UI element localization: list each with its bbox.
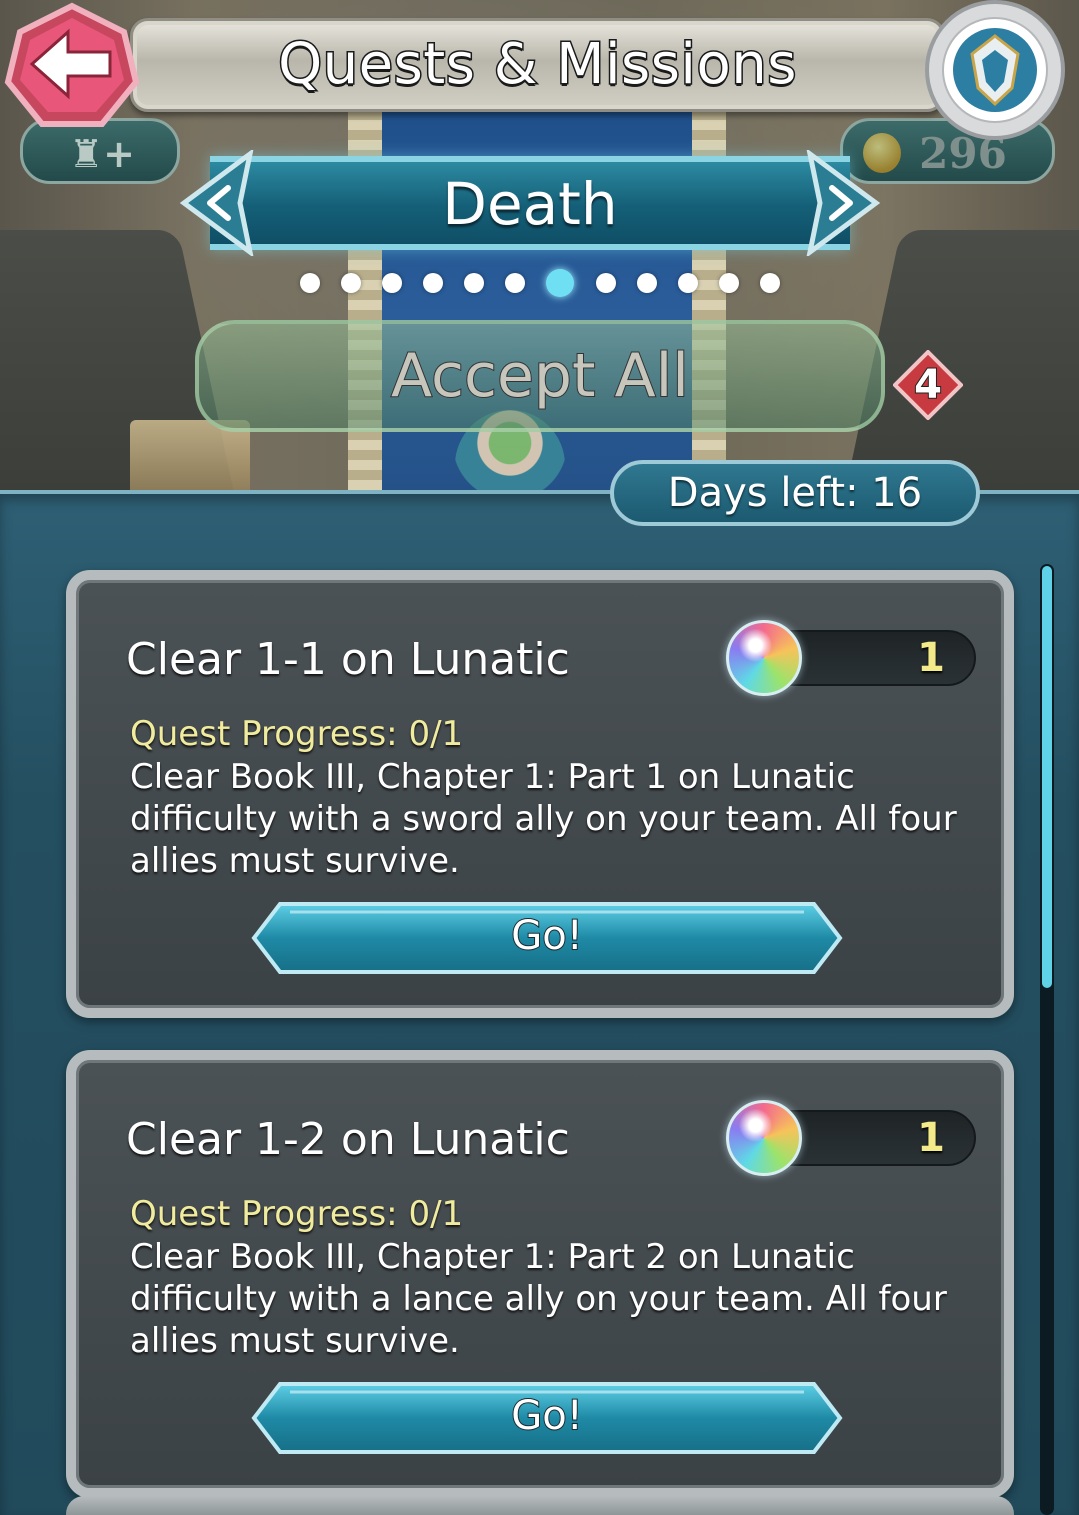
go-button[interactable]: Go! xyxy=(250,900,844,976)
category-selector: Death xyxy=(150,148,910,258)
my-nintendo-badge[interactable] xyxy=(920,0,1070,150)
page-indicator xyxy=(300,266,780,300)
page-title: Quests & Missions xyxy=(277,30,798,98)
page-dot xyxy=(677,273,698,293)
page-dot xyxy=(636,273,657,293)
accept-all-button[interactable]: Accept All xyxy=(195,320,885,432)
background-table xyxy=(130,420,250,500)
category-prev-button[interactable] xyxy=(170,148,270,258)
orb-icon xyxy=(726,1100,802,1176)
page-dot-active xyxy=(546,269,575,297)
quest-title: Clear 1-2 on Lunatic xyxy=(126,1113,570,1165)
chevron-left-icon xyxy=(179,148,254,258)
days-left-badge: Days left: 16 xyxy=(610,460,980,526)
accept-count-badge: 4 xyxy=(892,349,964,421)
quest-progress: Quest Progress: 0/1 xyxy=(130,1194,464,1234)
back-button[interactable] xyxy=(2,2,142,132)
go-button-label: Go! xyxy=(510,1392,584,1440)
go-button-label: Go! xyxy=(510,912,584,960)
page-dot xyxy=(464,273,485,293)
quest-reward: 1 xyxy=(716,1100,976,1176)
quest-description: Clear Book III, Chapter 1: Part 1 on Lun… xyxy=(130,757,957,881)
page-dot xyxy=(505,273,526,293)
back-arrow-icon xyxy=(4,2,140,127)
reward-count: 1 xyxy=(917,1115,945,1161)
quest-card: Clear 1-1 on Lunatic 1 Quest Progress: 0… xyxy=(66,570,1014,1018)
quest-progress: Quest Progress: 0/1 xyxy=(130,714,464,754)
page-dot xyxy=(423,273,444,293)
accept-count-value: 4 xyxy=(913,361,943,409)
hero-plus-icon: ♜+ xyxy=(69,132,135,176)
my-nintendo-badge-icon xyxy=(925,0,1065,140)
page-dot xyxy=(300,273,320,293)
page-dot xyxy=(595,273,616,293)
scrollbar-thumb[interactable] xyxy=(1042,566,1052,988)
page-dot xyxy=(382,273,403,293)
orb-icon xyxy=(726,620,802,696)
page-dot xyxy=(718,273,739,293)
page-dot xyxy=(341,273,362,293)
chevron-right-icon xyxy=(806,148,881,258)
category-label: Death xyxy=(442,170,618,238)
accept-all-label: Accept All xyxy=(390,340,690,412)
quest-description: Clear Book III, Chapter 1: Part 2 on Lun… xyxy=(130,1237,947,1361)
quest-card: Clear 1-2 on Lunatic 1 Quest Progress: 0… xyxy=(66,1050,1014,1498)
page-dot xyxy=(759,273,780,293)
go-button[interactable]: Go! xyxy=(250,1380,844,1456)
next-quest-card-edge xyxy=(66,1496,1014,1515)
category-next-button[interactable] xyxy=(790,148,890,258)
quest-title: Clear 1-1 on Lunatic xyxy=(126,633,570,685)
quest-reward: 1 xyxy=(716,620,976,696)
reward-count: 1 xyxy=(917,635,945,681)
